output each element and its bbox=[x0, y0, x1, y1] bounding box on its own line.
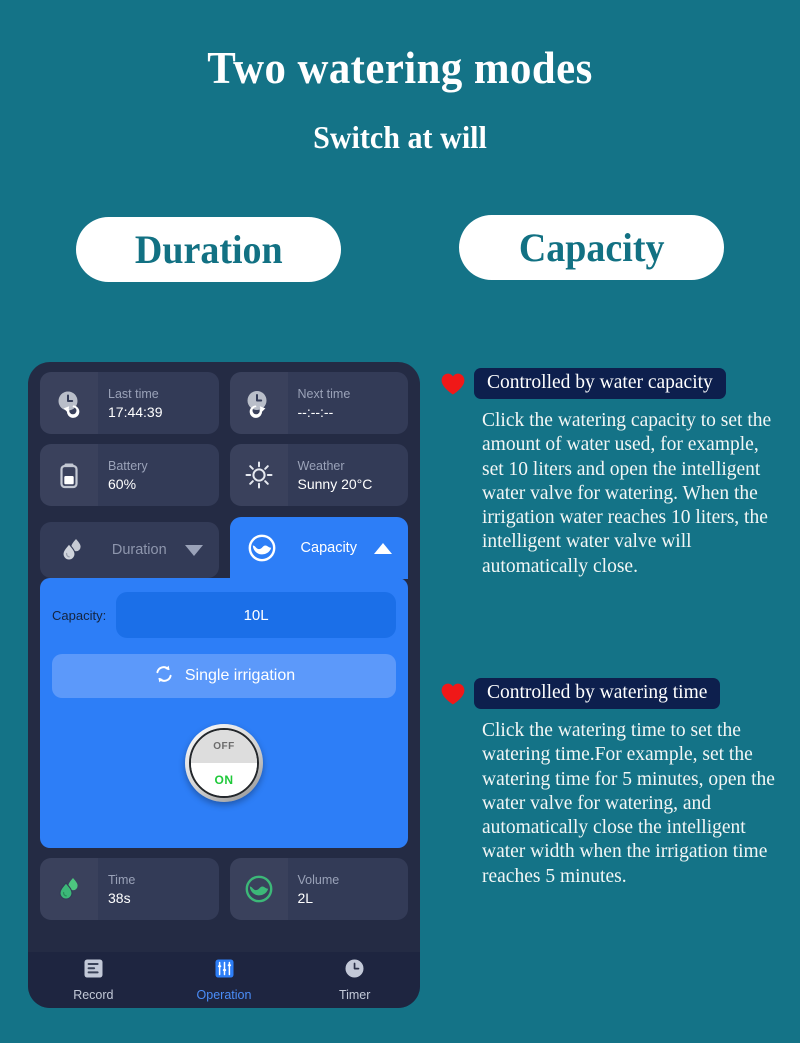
stat-label: Time bbox=[108, 872, 136, 887]
water-drops-icon bbox=[50, 535, 94, 565]
bottom-nav: Record Operation Timer bbox=[28, 952, 420, 1008]
sliders-icon bbox=[214, 958, 235, 984]
info-badge-label: Controlled by water capacity bbox=[474, 368, 726, 399]
single-irrigation-label: Single irrigation bbox=[184, 667, 296, 684]
poster-root: Two watering modes Switch at will Durati… bbox=[0, 0, 800, 1043]
info-block-capacity: Controlled by water capacity Click the w… bbox=[440, 368, 788, 579]
page-subtitle: Switch at will bbox=[313, 119, 487, 155]
stat-value: 60% bbox=[108, 475, 137, 492]
record-list-icon bbox=[83, 958, 104, 984]
stat-label: Last time bbox=[108, 386, 159, 401]
stat-value: 17:44:39 bbox=[108, 403, 163, 420]
nav-item-operation[interactable]: Operation bbox=[159, 958, 290, 1002]
nav-item-timer[interactable]: Timer bbox=[289, 958, 420, 1002]
tab-capacity[interactable]: Capacity bbox=[229, 517, 408, 579]
nav-item-timer-label: Timer bbox=[338, 988, 371, 1002]
water-circle-green-icon bbox=[230, 858, 288, 920]
info-body-text: Click the watering time to set the water… bbox=[482, 720, 775, 887]
stat-card-weather[interactable]: Weather Sunny 20°C bbox=[229, 444, 408, 506]
phone-mockup: Last time 17:44:39 Next time --:--:-- Ba… bbox=[28, 362, 420, 1008]
capacity-panel: Capacity: 10L Single irrigation OFF ON bbox=[40, 578, 408, 848]
mode-tab-strip: Duration Capacity bbox=[40, 516, 408, 579]
single-irrigation-button[interactable]: Single irrigation bbox=[52, 654, 396, 698]
capacity-input[interactable]: 10L bbox=[116, 592, 396, 638]
chevron-down-icon bbox=[184, 544, 203, 556]
water-circle-icon bbox=[240, 532, 284, 564]
water-drops-green-icon bbox=[40, 858, 98, 920]
knob-on-label: ON bbox=[191, 763, 257, 796]
stat-card-time[interactable]: Time 38s bbox=[40, 858, 219, 920]
stat-value: --:--:-- bbox=[297, 403, 334, 420]
nav-item-operation-label: Operation bbox=[196, 988, 252, 1002]
clock-forward-icon bbox=[230, 372, 288, 434]
info-badge-label: Controlled by watering time bbox=[474, 678, 721, 709]
power-knob-wrap: OFF ON bbox=[52, 724, 396, 802]
mode-pill-capacity-label: Capacity bbox=[518, 225, 665, 270]
capacity-row: Capacity: 10L bbox=[52, 592, 396, 638]
heart-icon bbox=[440, 372, 466, 396]
stat-card-volume[interactable]: Volume 2L bbox=[229, 858, 408, 920]
stat-value: 2L bbox=[297, 889, 314, 906]
capacity-field-label: Capacity: bbox=[52, 607, 107, 623]
stat-card-last-time[interactable]: Last time 17:44:39 bbox=[40, 372, 219, 434]
nav-item-record-label: Record bbox=[73, 988, 114, 1002]
stats-row-3: Time 38s Volume 2L bbox=[40, 858, 408, 920]
page-title: Two watering modes bbox=[207, 42, 593, 93]
stat-value: 38s bbox=[108, 889, 131, 906]
heart-icon bbox=[440, 682, 466, 706]
stat-label: Volume bbox=[297, 872, 340, 887]
info-block-time: Controlled by watering time Click the wa… bbox=[440, 678, 788, 889]
nav-item-record[interactable]: Record bbox=[28, 958, 159, 1002]
stat-label: Battery bbox=[108, 458, 148, 473]
stat-card-battery[interactable]: Battery 60% bbox=[40, 444, 219, 506]
stats-row-1: Last time 17:44:39 Next time --:--:-- bbox=[40, 372, 408, 434]
stat-value: Sunny 20°C bbox=[297, 475, 373, 492]
capacity-input-value: 10L bbox=[243, 606, 269, 624]
battery-icon bbox=[40, 444, 98, 506]
stat-card-next-time[interactable]: Next time --:--:-- bbox=[229, 372, 408, 434]
tab-capacity-label: Capacity bbox=[300, 540, 357, 556]
sun-icon bbox=[230, 444, 288, 506]
knob-off-label: OFF bbox=[191, 730, 257, 763]
clock-icon bbox=[344, 958, 365, 984]
info-badge-row: Controlled by watering time bbox=[440, 678, 788, 709]
tab-duration[interactable]: Duration bbox=[40, 522, 219, 578]
stats-row-2: Battery 60% Weather Sunny 20°C bbox=[40, 444, 408, 506]
mode-pill-duration[interactable]: Duration bbox=[76, 217, 341, 282]
stat-label: Weather bbox=[297, 458, 345, 473]
mode-pill-duration-label: Duration bbox=[134, 227, 283, 272]
info-badge-row: Controlled by water capacity bbox=[440, 368, 788, 399]
info-body-text: Click the watering capacity to set the a… bbox=[482, 410, 772, 577]
power-knob[interactable]: OFF ON bbox=[185, 724, 263, 802]
chevron-up-icon bbox=[374, 542, 392, 554]
clock-back-icon bbox=[40, 372, 98, 434]
loop-icon bbox=[153, 664, 175, 689]
tab-duration-label: Duration bbox=[111, 542, 167, 558]
stat-label: Next time bbox=[297, 386, 351, 401]
mode-pill-capacity[interactable]: Capacity bbox=[459, 215, 724, 280]
